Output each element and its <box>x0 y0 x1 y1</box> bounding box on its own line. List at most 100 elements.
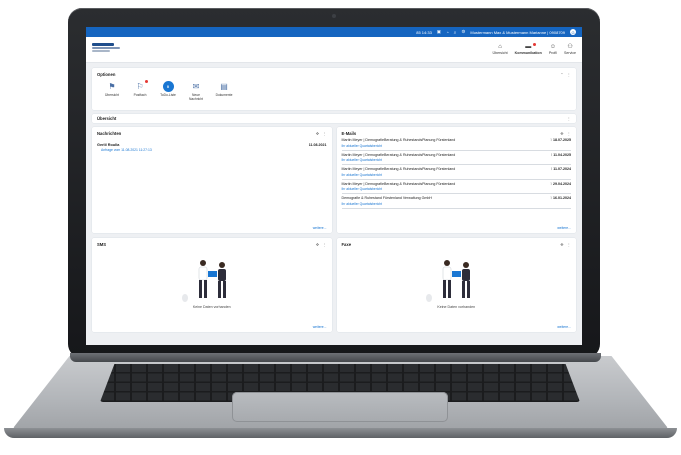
option-label: ToDo-Liste <box>160 93 176 97</box>
option-new-message[interactable]: ✉ Neue Nachricht <box>186 81 206 101</box>
option-label: Übersicht <box>105 93 119 97</box>
more-icon[interactable]: ⋮ <box>567 116 571 121</box>
header: ⌂ Übersicht ▬ Kommunikation ☺ Profil ⚇ S… <box>86 37 582 63</box>
move-icon[interactable]: ✥ <box>316 131 320 136</box>
more-link[interactable]: weitere... <box>313 325 327 329</box>
search-icon[interactable]: ⌕ <box>454 30 457 35</box>
options-card: Optionen ⌃ ⋮ ⚑ Übersicht ⚐ Postfach 0 To… <box>92 68 576 110</box>
more-link[interactable]: weitere... <box>313 226 327 230</box>
home-icon: ⌂ <box>498 44 502 50</box>
option-postfach[interactable]: ⚐ Postfach <box>130 80 150 101</box>
overview-title: Übersicht <box>97 116 117 121</box>
messages-panel: Nachrichten ✥ ⋮ Gerlil Roulla 11.08.2021… <box>92 127 332 233</box>
nav-label: Übersicht <box>492 51 508 55</box>
empty-illustration <box>181 260 226 302</box>
more-link[interactable]: weitere... <box>557 226 571 230</box>
move-icon[interactable]: ✥ <box>560 131 564 136</box>
person-icon: ☺ <box>549 44 556 50</box>
emails-title: E-Mails <box>341 131 357 136</box>
laptop-touchpad <box>232 392 448 422</box>
list-item[interactable]: Martin Meyer | DemografieBeratung & Ruhe… <box>341 165 572 180</box>
settings-icon[interactable]: ⚙ <box>461 29 465 35</box>
more-icon[interactable]: ⋮ <box>567 131 571 136</box>
option-label: Neue Nachricht <box>189 93 203 101</box>
email-sender: Martin Meyer | DemografieBeratung & Ruhe… <box>341 152 456 157</box>
empty-state: Keine Daten vorhanden <box>337 254 577 309</box>
attachment-icon: ⌇ <box>550 138 552 142</box>
email-subject[interactable]: Ihr aktueller Quartalsbericht <box>342 144 572 148</box>
option-dokumente[interactable]: ▤ Dokumente <box>214 81 234 101</box>
more-icon[interactable]: ⋮ <box>567 72 571 77</box>
options-list: ⚑ Übersicht ⚐ Postfach 0 ToDo-Liste ✉ Ne… <box>97 80 571 101</box>
user-avatar[interactable]: G <box>570 29 576 35</box>
laptop-hinge <box>70 353 601 362</box>
messages-title: Nachrichten <box>97 131 122 136</box>
list-item[interactable]: Martin Meyer | DemografieBeratung & Ruhe… <box>341 180 572 194</box>
email-sender: Demografie & Ruhestand Fürstenland Verwa… <box>341 196 433 200</box>
fax-title: Faxe <box>341 242 352 247</box>
user-name[interactable]: Mustermann Max & Mustermann Marianne | 0… <box>470 30 565 35</box>
dashboard-grid: Nachrichten ✥ ⋮ Gerlil Roulla 11.08.2021… <box>92 127 576 332</box>
option-uebersicht[interactable]: ⚑ Übersicht <box>102 81 122 101</box>
move-icon[interactable]: ✥ <box>316 242 320 247</box>
more-link[interactable]: weitere... <box>557 325 571 329</box>
attachment-icon: ⌇ <box>550 196 552 200</box>
attachment-icon: ⌇ <box>550 152 553 157</box>
app-screen: 85 14:33 ▣ ◔ ⌕ ⚙ Mustermann Max & Muster… <box>86 27 582 345</box>
option-label: Postfach <box>133 93 147 97</box>
top-bar: 85 14:33 ▣ ◔ ⌕ ⚙ Mustermann Max & Muster… <box>86 27 582 37</box>
nav-uebersicht[interactable]: ⌂ Übersicht <box>492 44 507 55</box>
email-sender: Martin Meyer | DemografieBeratung & Ruhe… <box>341 167 456 171</box>
collapse-icon[interactable]: ⌃ <box>560 72 564 77</box>
notification-icon[interactable]: ◔ <box>446 30 449 35</box>
overview-icon: ⚑ <box>108 82 116 91</box>
nav-kommunikation[interactable]: ▬ Kommunikation <box>514 43 542 55</box>
emails-panel: E-Mails ✥ ⋮ Martin Meyer | DemografieBer… <box>336 127 576 233</box>
message-subject[interactable]: Anfrage vom 11.08.2021 11:27:13 <box>97 148 327 152</box>
list-item[interactable]: Gerlil Roulla 11.08.2021 Anfrage vom 11.… <box>97 143 327 152</box>
laptop-mockup: 85 14:33 ▣ ◔ ⌕ ⚙ Mustermann Max & Muster… <box>0 0 681 455</box>
list-item[interactable]: Demografie & Ruhestand Fürstenland Verwa… <box>341 194 572 209</box>
attachment-icon: ⌇ <box>550 181 552 186</box>
calendar-icon[interactable]: ▣ <box>437 29 441 35</box>
email-date: 11.07.2024 <box>553 167 571 171</box>
more-icon[interactable]: ⋮ <box>567 242 571 247</box>
main-nav: ⌂ Übersicht ▬ Kommunikation ☺ Profil ⚇ S… <box>492 43 576 55</box>
company-logo[interactable] <box>92 42 120 57</box>
nav-label: Service <box>564 51 576 55</box>
nav-service[interactable]: ⚇ Service <box>564 44 576 55</box>
option-label: Dokumente <box>215 93 233 97</box>
email-subject[interactable]: Ihr aktueller Quartalsbericht <box>342 173 572 177</box>
documents-icon: ▤ <box>220 82 228 91</box>
list-item[interactable]: Martin Meyer | DemografieBeratung & Ruhe… <box>341 136 572 151</box>
empty-text: Keine Daten vorhanden <box>437 305 476 309</box>
todo-icon: 0 <box>162 81 174 92</box>
empty-state: Keine Daten vorhanden <box>92 254 332 309</box>
laptop-base-edge <box>4 428 677 438</box>
nav-label: Profil <box>548 51 558 55</box>
empty-text: Keine Daten vorhanden <box>192 305 231 309</box>
options-title: Optionen <box>97 72 116 77</box>
notification-badge <box>532 43 536 46</box>
email-subject[interactable]: Ihr aktueller Quartalsbericht <box>342 158 572 162</box>
email-date: 16.01.2024 <box>553 196 571 200</box>
empty-illustration <box>426 260 471 302</box>
main-content: Optionen ⌃ ⋮ ⚑ Übersicht ⚐ Postfach 0 To… <box>86 63 582 337</box>
nav-label: Kommunikation <box>514 51 542 55</box>
more-icon[interactable]: ⋮ <box>322 131 326 136</box>
email-sender: Martin Meyer | DemografieBeratung & Ruhe… <box>341 181 456 186</box>
option-todo[interactable]: 0 ToDo-Liste <box>158 81 178 101</box>
notification-badge <box>145 80 148 83</box>
chat-icon: ▬ <box>525 44 532 50</box>
list-item[interactable]: Martin Meyer | DemografieBeratung & Ruhe… <box>341 151 572 165</box>
nav-profil[interactable]: ☺ Profil <box>549 44 557 55</box>
group-icon: ⚇ <box>567 44 573 50</box>
email-subject[interactable]: Ihr aktueller Quartalsbericht <box>342 187 572 191</box>
more-icon[interactable]: ⋮ <box>322 242 326 247</box>
session-info: 85 14:33 <box>416 29 432 35</box>
sms-title: SMS <box>97 242 107 247</box>
message-date: 11.08.2021 <box>308 143 327 147</box>
attachment-icon: ⌇ <box>550 167 553 171</box>
email-subject[interactable]: Ihr aktueller Quartalsbericht <box>342 202 572 206</box>
move-icon[interactable]: ✥ <box>560 242 564 247</box>
